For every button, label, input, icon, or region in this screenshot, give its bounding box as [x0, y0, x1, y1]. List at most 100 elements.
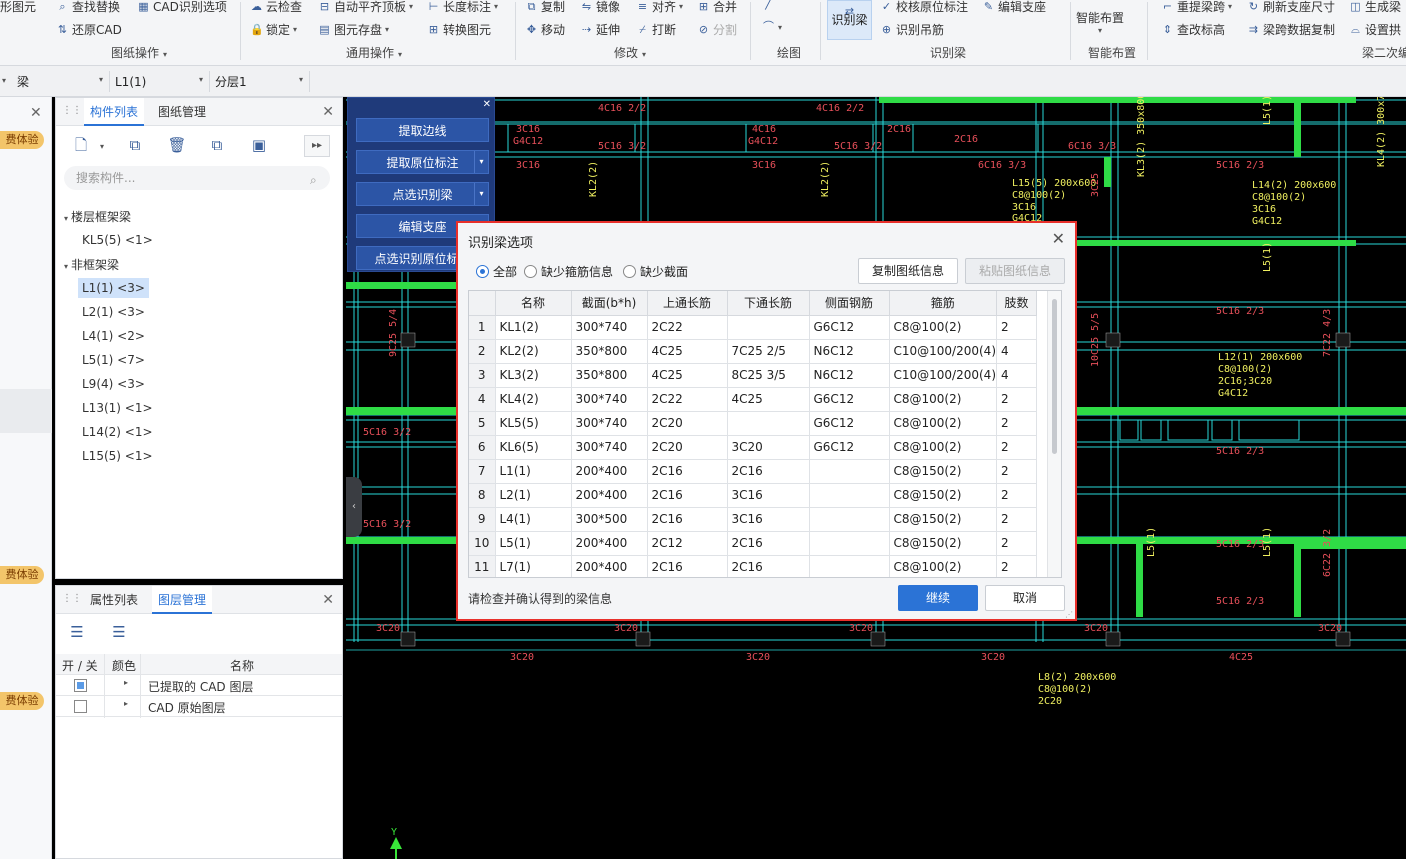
table-cell[interactable]: 200*400: [571, 483, 648, 508]
table-cell[interactable]: 2: [996, 459, 1037, 484]
recognize-beam-button[interactable]: ⇄ 识别梁: [827, 0, 872, 40]
table-row[interactable]: 8 L2(1) 200*400 2C16 3C16 C8@150(2) 2: [469, 483, 1037, 508]
table-cell[interactable]: KL1(2): [495, 315, 572, 340]
table-cell[interactable]: L5(1): [495, 531, 572, 556]
table-cell[interactable]: 2: [996, 387, 1037, 412]
search-icon[interactable]: ⌕: [310, 173, 317, 188]
table-cell[interactable]: [809, 459, 890, 484]
table-cell[interactable]: 200*400: [571, 555, 648, 577]
layer-toggle-checkbox[interactable]: [74, 700, 87, 713]
table-cell[interactable]: C8@150(2): [889, 531, 997, 556]
table-cell[interactable]: G6C12: [809, 387, 890, 412]
table-row[interactable]: 3 KL3(2) 350*800 4C25 8C25 3/5 N6C12 C10@100/2…: [469, 363, 1037, 388]
filter-radio[interactable]: 缺少截面: [623, 263, 688, 280]
ribbon-button[interactable]: ⇢ 延伸: [580, 21, 620, 38]
chevron-down-icon[interactable]: ▾: [474, 183, 488, 205]
table-row[interactable]: 4 KL4(2) 300*740 2C22 4C25 G6C12 C8@100(2) 2: [469, 387, 1037, 412]
table-cell[interactable]: G6C12: [809, 435, 890, 460]
tree-item[interactable]: L5(1) <7>: [78, 350, 149, 370]
ribbon-button[interactable]: ☁ 云检查: [250, 0, 302, 15]
float-panel-button[interactable]: 点选识别梁 ▾: [356, 182, 489, 206]
filter-select[interactable]: L1(1) ▾: [112, 71, 210, 92]
vip-trial-badge[interactable]: 费体验: [0, 566, 44, 584]
tree-item[interactable]: L13(1) <1>: [78, 398, 157, 418]
ribbon-button[interactable]: ⌿ 打断: [636, 21, 676, 38]
table-cell[interactable]: [809, 555, 890, 577]
tab-component-list[interactable]: 构件列表: [84, 98, 145, 126]
table-cell[interactable]: C8@150(2): [889, 507, 997, 532]
table-cell[interactable]: 3C20: [727, 435, 810, 460]
ribbon-button[interactable]: ✥ 移动: [525, 21, 565, 38]
table-cell[interactable]: KL5(5): [495, 411, 572, 436]
ribbon-button[interactable]: ⌕ 查找替换: [56, 0, 120, 15]
copy-drawing-info-button[interactable]: 复制图纸信息: [858, 258, 958, 284]
table-cell[interactable]: 3C16: [727, 507, 810, 532]
table-cell[interactable]: 300*740: [571, 315, 648, 340]
ribbon-button[interactable]: ▤ 图元存盘 ▾: [318, 21, 389, 38]
table-cell[interactable]: C8@150(2): [889, 483, 997, 508]
table-row[interactable]: 9 L4(1) 300*500 2C16 3C16 C8@150(2) 2: [469, 507, 1037, 532]
table-cell[interactable]: 4C25: [647, 339, 728, 364]
table-cell[interactable]: 4C25: [647, 363, 728, 388]
table-cell[interactable]: 2: [996, 531, 1037, 556]
column-header[interactable]: 上通长筋: [647, 291, 728, 316]
expand-caret-icon[interactable]: ▸: [124, 699, 128, 708]
resize-grip-icon[interactable]: ⋰: [1065, 610, 1073, 619]
filter-select[interactable]: 梁 ▾: [14, 71, 110, 92]
layer-copy-icon[interactable]: ⧉: [204, 134, 230, 156]
column-header[interactable]: 肢数: [996, 291, 1037, 316]
table-cell[interactable]: 2: [996, 555, 1037, 577]
tree-group[interactable]: ▾ 非框架梁: [64, 256, 119, 273]
table-row[interactable]: 5 KL5(5) 300*740 2C20 G6C12 C8@100(2) 2: [469, 411, 1037, 436]
paste-drawing-info-button[interactable]: 粘贴图纸信息: [965, 258, 1065, 284]
table-cell[interactable]: L4(1): [495, 507, 572, 532]
cancel-button[interactable]: 取消: [985, 585, 1065, 611]
table-cell[interactable]: L2(1): [495, 483, 572, 508]
ribbon-button[interactable]: ▦ CAD识别选项: [137, 0, 227, 15]
table-cell[interactable]: 2: [996, 483, 1037, 508]
column-header[interactable]: 侧面钢筋: [809, 291, 890, 316]
table-cell[interactable]: G6C12: [809, 315, 890, 340]
ribbon-button[interactable]: 🔒 锁定 ▾: [250, 21, 297, 38]
table-cell[interactable]: 4: [996, 363, 1037, 388]
table-cell[interactable]: 2C16: [727, 555, 810, 577]
ribbon-button[interactable]: ⇕ 查改标高: [1161, 21, 1225, 38]
table-row[interactable]: 10 L5(1) 200*400 2C12 2C16 C8@150(2) 2: [469, 531, 1037, 556]
ribbon-button[interactable]: ⊟ 自动平齐顶板 ▾: [318, 0, 413, 15]
table-cell[interactable]: G6C12: [809, 411, 890, 436]
ribbon-button[interactable]: ⌓ 设置拱: [1349, 21, 1401, 38]
tree-item[interactable]: L4(1) <2>: [78, 326, 149, 346]
tree-item[interactable]: L2(1) <3>: [78, 302, 149, 322]
filter-select[interactable]: 分层1 ▾: [212, 71, 310, 92]
ribbon-button[interactable]: ⌒ ▾: [762, 21, 782, 33]
radio-dot[interactable]: [476, 265, 489, 278]
tab-drawing-management[interactable]: 图纸管理: [152, 98, 212, 126]
tree-item[interactable]: L15(5) <1>: [78, 446, 157, 466]
table-cell[interactable]: 2C16: [727, 531, 810, 556]
ribbon-button[interactable]: ⊞ 合并: [697, 0, 737, 15]
tab-layer-management[interactable]: 图层管理: [152, 586, 213, 614]
table-cell[interactable]: 350*800: [571, 339, 648, 364]
tree-item[interactable]: L14(2) <1>: [78, 422, 157, 442]
column-header[interactable]: 下通长筋: [727, 291, 810, 316]
table-cell[interactable]: 2C20: [647, 435, 728, 460]
layer-row[interactable]: ▸ CAD 原始图层: [56, 696, 342, 717]
table-cell[interactable]: KL6(5): [495, 435, 572, 460]
layer-show-icon[interactable]: ☰: [64, 621, 90, 643]
tab-property-list[interactable]: 属性列表: [84, 586, 144, 614]
table-cell[interactable]: 4C25: [727, 387, 810, 412]
table-cell[interactable]: 3C16: [727, 483, 810, 508]
delete-icon[interactable]: 🗑: [164, 134, 190, 156]
float-panel-button[interactable]: 提取边线: [356, 118, 489, 142]
close-icon[interactable]: ✕: [322, 104, 334, 120]
drag-handle-icon[interactable]: ⋮⋮: [62, 105, 82, 116]
ribbon-button[interactable]: ⇋ 镜像: [580, 0, 620, 15]
ribbon-button[interactable]: 形图元: [0, 0, 36, 15]
table-cell[interactable]: 2C16: [727, 459, 810, 484]
close-icon[interactable]: ✕: [483, 99, 491, 110]
expand-caret-icon[interactable]: ▸: [124, 678, 128, 687]
close-icon[interactable]: ✕: [1052, 229, 1065, 248]
close-icon[interactable]: ✕: [30, 105, 42, 121]
table-cell[interactable]: 300*740: [571, 411, 648, 436]
table-cell[interactable]: [727, 411, 810, 436]
